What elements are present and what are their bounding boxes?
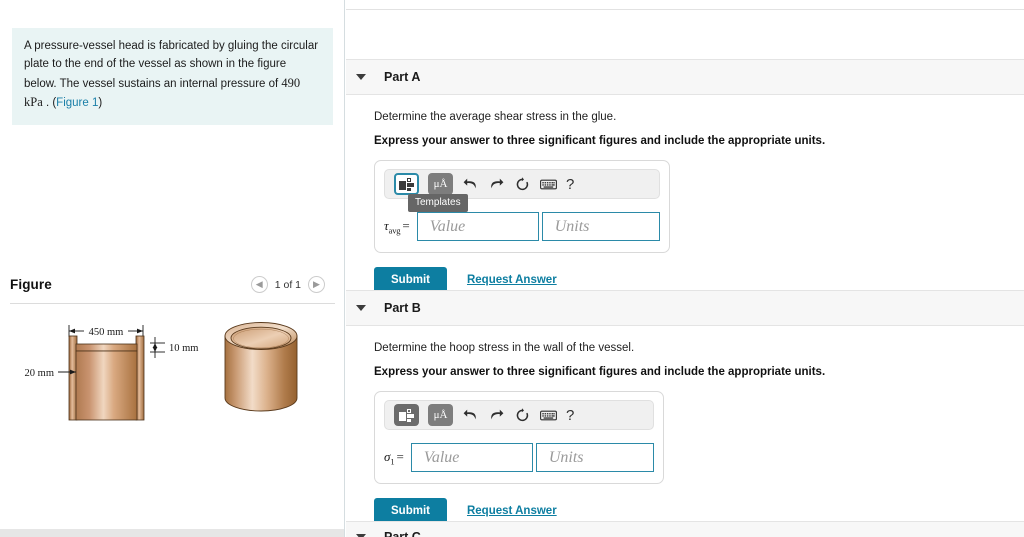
- dim-450-label: 450 mm: [89, 327, 124, 338]
- figure-header: Figure ◀ 1 of 1 ▶: [10, 275, 335, 303]
- mu-angstrom-icon[interactable]: μÅ: [428, 173, 453, 195]
- part-b-section: Part B Determine the hoop stress in the …: [346, 290, 1024, 524]
- part-a-variable-label: τavg =: [384, 217, 410, 236]
- part-c-header[interactable]: Part C: [346, 521, 1024, 537]
- part-a-instruction: Express your answer to three significant…: [374, 135, 826, 147]
- figure-divider: [10, 303, 335, 304]
- problem-text-lead: A pressure-vessel head is fabricated by …: [24, 40, 319, 90]
- part-a-request-answer-link[interactable]: Request Answer: [467, 274, 557, 286]
- templates-grid-icon[interactable]: [394, 404, 419, 426]
- part-a-prompt: Determine the average shear stress in th…: [374, 111, 617, 123]
- part-a-section: Part A Determine the average shear stres…: [346, 59, 1024, 293]
- homework-page: A pressure-vessel head is fabricated by …: [0, 0, 1024, 537]
- figure-pager: ◀ 1 of 1 ▶: [250, 276, 325, 293]
- dim-20-label: 20 mm: [25, 368, 54, 379]
- reset-circle-icon[interactable]: [514, 406, 531, 424]
- figure-title: Figure: [10, 277, 52, 292]
- templates-grid-icon[interactable]: Templates: [394, 173, 468, 212]
- part-b-instruction: Express your answer to three significant…: [374, 366, 826, 378]
- undo-arrow-icon[interactable]: [462, 175, 479, 193]
- part-b-answer-box: μÅ ? σ1 = Value Units: [374, 391, 664, 484]
- templates-tooltip: Templates: [408, 194, 468, 212]
- chevron-left-icon[interactable]: ◀: [250, 276, 268, 293]
- help-icon[interactable]: ?: [566, 177, 574, 192]
- figure-1-link[interactable]: Figure 1: [56, 97, 98, 109]
- part-c-title: Part C: [384, 529, 421, 537]
- dim-10-label: 10 mm: [169, 343, 198, 354]
- help-icon[interactable]: ?: [566, 408, 574, 423]
- figure-page-count: 1 of 1: [274, 278, 301, 291]
- left-panel: A pressure-vessel head is fabricated by …: [0, 0, 345, 537]
- part-b-prompt: Determine the hoop stress in the wall of…: [374, 342, 635, 354]
- collapse-caret-icon[interactable]: [356, 533, 366, 537]
- figure-svg: 450 mm 10 mm 20 mm: [25, 322, 298, 421]
- collapse-caret-icon[interactable]: [356, 305, 366, 311]
- part-b-header[interactable]: Part B: [346, 290, 1024, 326]
- cross-section-plate: [75, 343, 138, 352]
- cross-section-body: [75, 350, 138, 421]
- redo-arrow-icon[interactable]: [488, 406, 505, 424]
- dim-10: [150, 337, 165, 358]
- top-divider: [346, 9, 1024, 10]
- part-a-math-toolbar: Templates μÅ ?: [384, 169, 660, 212]
- part-a-value-input[interactable]: Value: [416, 212, 539, 241]
- part-b-units-input[interactable]: Units: [535, 443, 654, 472]
- undo-arrow-icon[interactable]: [462, 406, 479, 424]
- part-a-header[interactable]: Part A: [346, 59, 1024, 95]
- part-a-answer-box: Templates μÅ ? τavg = Value Units: [374, 160, 670, 253]
- collapse-caret-icon[interactable]: [356, 74, 366, 80]
- part-a-body: Determine the average shear stress in th…: [346, 95, 1024, 293]
- right-panel: Part A Determine the average shear stres…: [346, 0, 1024, 537]
- mu-angstrom-icon[interactable]: μÅ: [428, 404, 453, 426]
- left-panel-bottom-strip: [0, 529, 344, 537]
- part-a-answer-row: τavg = Value Units: [384, 212, 660, 241]
- part-a-units-input[interactable]: Units: [541, 212, 660, 241]
- part-b-request-answer-link[interactable]: Request Answer: [467, 505, 557, 517]
- part-b-variable-label: σ1 =: [384, 448, 404, 467]
- part-a-title: Part A: [384, 70, 421, 84]
- part-b-title: Part B: [384, 301, 421, 315]
- chevron-right-icon[interactable]: ▶: [308, 276, 325, 293]
- figure-image: 450 mm 10 mm 20 mm: [10, 310, 335, 510]
- reset-circle-icon[interactable]: [514, 175, 531, 193]
- redo-arrow-icon[interactable]: [488, 175, 505, 193]
- keyboard-icon[interactable]: [540, 406, 557, 424]
- vessel-3d: [224, 322, 298, 412]
- part-b-value-input[interactable]: Value: [410, 443, 533, 472]
- problem-text-tail: ): [98, 97, 103, 110]
- keyboard-icon[interactable]: [540, 175, 557, 193]
- part-b-body: Determine the hoop stress in the wall of…: [346, 326, 1024, 524]
- problem-statement: A pressure-vessel head is fabricated by …: [12, 28, 333, 126]
- part-b-answer-row: σ1 = Value Units: [384, 443, 654, 472]
- problem-text-mid: . (: [42, 97, 57, 110]
- part-b-math-toolbar: μÅ ?: [384, 400, 654, 430]
